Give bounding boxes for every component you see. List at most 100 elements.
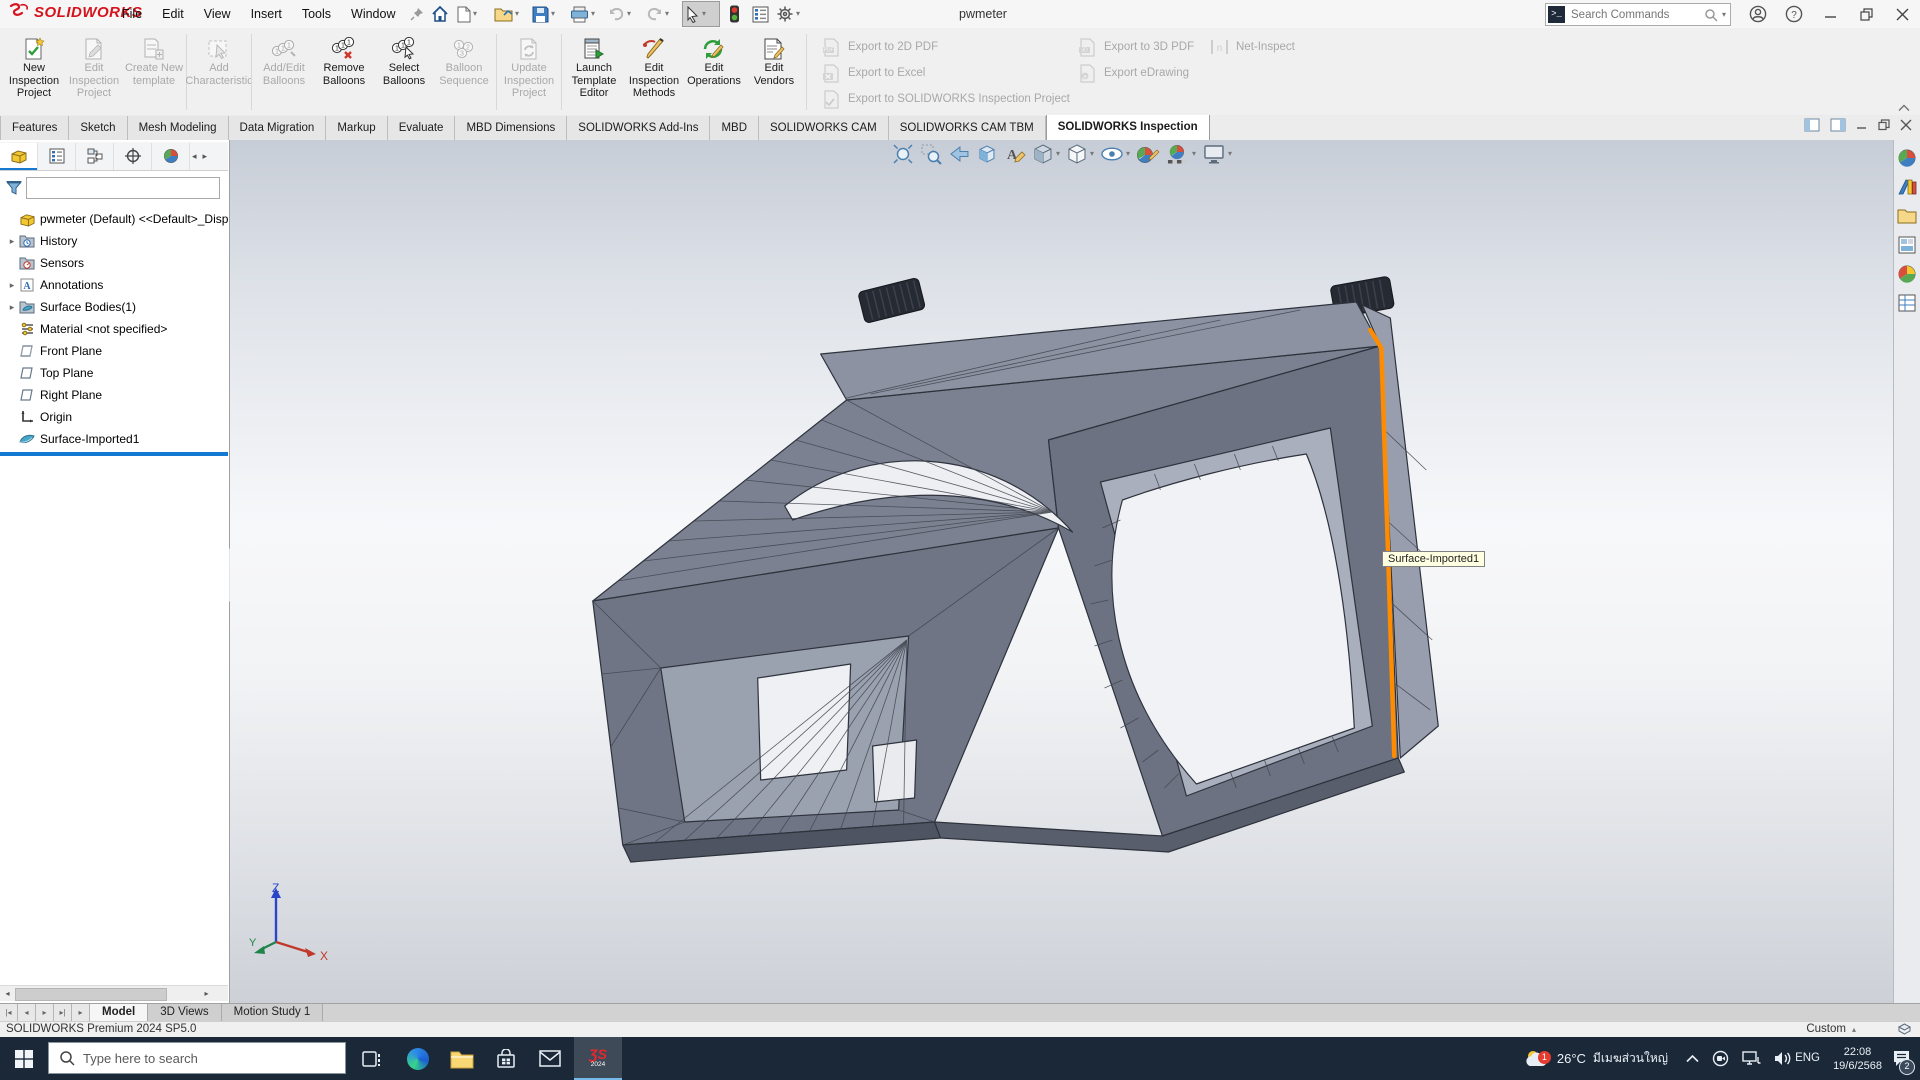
hidden-icons-chevron[interactable] [1686,1054,1699,1063]
doc-close-icon[interactable] [1900,119,1912,131]
network-icon[interactable] [1742,1051,1761,1067]
display-style-caret[interactable]: ▾ [1090,150,1094,158]
propertymanager-tab[interactable] [38,143,76,170]
appearances-scenes-icon[interactable] [1896,263,1918,285]
scroll-right-icon[interactable]: ▸ [199,986,214,1001]
select-tool-button[interactable]: ▾ [682,1,720,27]
tab-solidworks-add-ins[interactable]: SOLIDWORKS Add-Ins [567,116,710,140]
pane-left-icon[interactable] [1804,118,1820,132]
save-caret[interactable]: ▾ [551,10,555,18]
doc-restore-icon[interactable] [1878,119,1890,131]
tree-item-annotations[interactable]: ▸ A Annotations [0,274,228,296]
featuremanager-tab[interactable] [0,143,38,170]
display-style-button[interactable]: ▾ [1066,143,1094,165]
quick-tips-icon[interactable] [1897,1022,1912,1036]
tab-markup[interactable]: Markup [326,116,387,140]
status-custom-dropdown[interactable]: Custom ▴ [1806,1022,1856,1037]
doc-tab-model[interactable]: Model [90,1004,148,1022]
view-palette-icon[interactable] [1896,234,1918,256]
open-document-button[interactable]: ▾ [492,2,528,26]
expand-arrow-icon[interactable]: ▸ [6,236,18,247]
volume-icon[interactable] [1774,1051,1792,1066]
view-orientation-caret[interactable]: ▾ [1056,150,1060,158]
view-orientation-button[interactable]: ▾ [1032,143,1060,165]
tree-root-item[interactable]: pwmeter (Default) <<Default>_Display [0,208,228,230]
tree-filter-field[interactable] [26,177,220,199]
expand-arrow-icon[interactable]: ▸ [6,280,18,291]
ribbon-button-edit-vendors[interactable]: Edit Vendors [744,32,804,87]
edit-appearance-button[interactable] [1136,143,1160,165]
annotation-view-button[interactable]: A [1004,143,1026,165]
tab-prev-icon[interactable]: ◂ [18,1004,36,1022]
tree-item-origin[interactable]: Origin [0,406,228,428]
pane-right-icon[interactable] [1830,118,1846,132]
menu-file[interactable]: File [112,0,152,28]
mail-taskbar-button[interactable] [528,1037,572,1080]
resources-icon[interactable] [1896,147,1918,169]
section-view-button[interactable] [976,143,998,165]
doc-tab-3d-views[interactable]: 3D Views [148,1004,221,1022]
action-center-button[interactable]: 2 [1884,1037,1918,1080]
meet-now-icon[interactable] [1712,1050,1729,1067]
new-document-caret[interactable]: ▾ [473,10,477,18]
start-button[interactable] [0,1037,48,1080]
view-settings-button[interactable]: ▾ [1202,143,1232,165]
tree-item-surface-imported1[interactable]: Surface-Imported1 [0,428,228,450]
solidworks-taskbar-button[interactable]: ƷS2024 [574,1037,622,1080]
tab-solidworks-cam[interactable]: SOLIDWORKS CAM [759,116,889,140]
minimize-button[interactable] [1812,0,1848,28]
tab-solidworks-cam-tbm[interactable]: SOLIDWORKS CAM TBM [889,116,1046,140]
view-settings-caret[interactable]: ▾ [1228,150,1232,158]
custom-properties-icon[interactable] [1896,292,1918,314]
options-caret[interactable]: ▾ [796,10,800,18]
graphics-viewport[interactable]: A ▾ ▾ ▾ ▾ [230,140,1894,1003]
file-explorer-icon[interactable] [1896,205,1918,227]
hide-show-caret[interactable]: ▾ [1126,150,1130,158]
tab-scroll-right-icon[interactable]: ▸ [203,151,208,162]
ribbon-button-remove-balloons[interactable]: 111 Remove Balloons [314,32,374,87]
save-button[interactable]: ▾ [530,2,566,26]
taskbar-weather[interactable]: 1 26°C มีเมฆส่วนใหญ่ [1524,1037,1668,1080]
hide-show-items-button[interactable]: ▾ [1100,143,1130,165]
edge-taskbar-button[interactable] [396,1037,440,1080]
tab-scroll-left-icon[interactable]: ◂ [192,151,197,162]
tab-solidworks-inspection[interactable]: SOLIDWORKS Inspection [1046,115,1210,140]
doc-tab-motion-study[interactable]: Motion Study 1 [222,1004,324,1022]
dimxpertmanager-tab[interactable] [114,143,152,170]
print-caret[interactable]: ▾ [591,10,595,18]
tree-item-surface-bodies[interactable]: ▸ Surface Bodies(1) [0,296,228,318]
ribbon-collapse-button[interactable] [1898,104,1910,112]
design-library-icon[interactable] [1896,176,1918,198]
tab-sketch[interactable]: Sketch [69,116,127,140]
tree-item-top-plane[interactable]: Top Plane [0,362,228,384]
search-icon[interactable] [1704,8,1718,22]
knob-left[interactable] [858,277,926,323]
tree-item-material[interactable]: Material <not specified> [0,318,228,340]
taskbar-search[interactable]: Type here to search [48,1042,346,1074]
apply-scene-button[interactable]: ▾ [1166,143,1196,165]
ribbon-button-launch-template-editor[interactable]: Launch Template Editor [564,32,624,100]
help-button[interactable]: ? [1776,0,1812,28]
menu-tools[interactable]: Tools [292,0,341,28]
ribbon-button-select-balloons[interactable]: 111 Select Balloons [374,32,434,87]
zoom-to-fit-button[interactable] [892,143,914,165]
tab-features[interactable]: Features [0,116,69,140]
file-properties-button[interactable] [748,2,772,26]
tab-first-icon[interactable]: |◂ [0,1004,18,1022]
language-indicator[interactable]: ENG [1795,1037,1820,1080]
select-tool-caret[interactable]: ▾ [702,10,706,18]
status-custom-caret[interactable]: ▴ [1852,1026,1856,1034]
home-button[interactable] [428,2,452,26]
menu-insert[interactable]: Insert [241,0,292,28]
rollback-bar[interactable] [0,452,228,456]
tree-item-right-plane[interactable]: Right Plane [0,384,228,406]
command-search[interactable]: >_ ▾ [1545,3,1731,26]
menu-window[interactable]: Window [341,0,405,28]
options-button[interactable]: ▾ [774,2,810,26]
restore-button[interactable] [1848,0,1884,28]
print-button[interactable]: ▾ [568,2,604,26]
tab-last-icon[interactable]: ▸| [54,1004,72,1022]
scroll-left-icon[interactable]: ◂ [0,986,15,1001]
panel-horizontal-scrollbar[interactable]: ◂ ▸ [0,985,228,1001]
account-button[interactable] [1740,0,1776,28]
